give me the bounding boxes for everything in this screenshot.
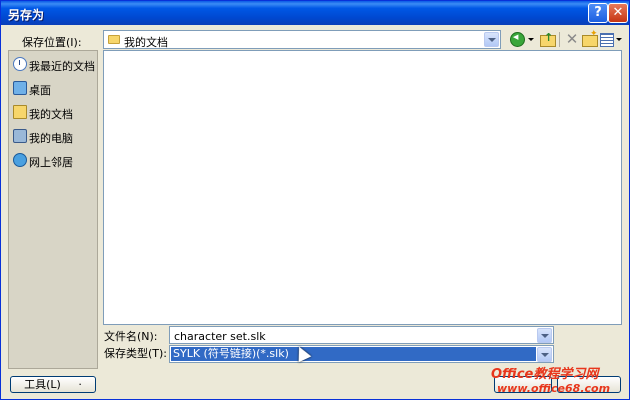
save-location-dropdown[interactable]: 我的文档 <box>103 30 501 49</box>
chevron-down-icon[interactable] <box>537 347 552 362</box>
back-icon[interactable] <box>508 30 526 48</box>
filetype-label: 保存类型(T): <box>104 347 168 360</box>
save-location-label: 保存位置(I): <box>22 36 82 49</box>
recent-documents-icon <box>13 57 27 71</box>
chevron-down-icon[interactable] <box>537 328 552 343</box>
places-bar: 我最近的文档 桌面 我的文档 我的电脑 网上邻居 <box>8 50 98 369</box>
place-recent-documents[interactable]: 我最近的文档 <box>11 53 97 75</box>
delete-icon[interactable]: ✕ <box>563 30 581 48</box>
views-dropdown-icon[interactable] <box>615 30 623 48</box>
watermark-url: www.office68.com <box>497 382 611 395</box>
place-my-computer[interactable]: 我的电脑 <box>11 125 97 147</box>
new-folder-icon[interactable] <box>580 29 598 48</box>
filename-input[interactable]: character set.slk <box>169 326 554 344</box>
watermark-logo: Office教程学习网 www.office68.com <box>491 363 610 395</box>
back-dropdown-icon[interactable] <box>527 30 535 48</box>
save-as-dialog: 另存为 ? ✕ 保存位置(I): 我的文档 ✕ 我最近的文档 桌面 我的文档 <box>0 0 630 400</box>
tools-dropdown-icon: · <box>78 378 82 391</box>
place-label: 网上邻居 <box>29 156 73 169</box>
help-button[interactable]: ? <box>588 3 608 23</box>
filename-value: character set.slk <box>174 330 266 343</box>
place-label: 桌面 <box>29 84 51 97</box>
folder-icon <box>108 35 120 44</box>
file-list[interactable] <box>103 50 622 325</box>
place-desktop[interactable]: 桌面 <box>11 77 97 99</box>
my-documents-icon <box>13 105 27 119</box>
my-computer-icon <box>13 129 27 143</box>
place-my-documents[interactable]: 我的文档 <box>11 101 97 123</box>
network-places-icon <box>13 153 27 167</box>
desktop-icon <box>13 81 27 95</box>
close-button[interactable]: ✕ <box>608 3 628 23</box>
place-label: 我的文档 <box>29 108 73 121</box>
chevron-down-icon[interactable] <box>484 32 499 47</box>
place-label: 我最近的文档 <box>29 60 95 73</box>
filetype-value: SYLK (符号链接)(*.slk) <box>171 347 536 361</box>
filename-label: 文件名(N): <box>104 330 158 343</box>
toolbar-separator <box>559 32 560 47</box>
filetype-dropdown[interactable]: SYLK (符号链接)(*.slk) <box>169 345 554 363</box>
up-folder-icon[interactable] <box>538 30 556 48</box>
watermark-brand: Office教程学习网 <box>491 367 599 382</box>
tools-button[interactable]: 工具(L) · <box>10 376 96 393</box>
place-network[interactable]: 网上邻居 <box>11 149 97 171</box>
title-bar[interactable]: 另存为 ? ✕ <box>1 1 629 25</box>
views-icon[interactable] <box>598 30 616 48</box>
tools-button-label: 工具(L) <box>24 378 61 391</box>
place-label: 我的电脑 <box>29 132 73 145</box>
save-location-value: 我的文档 <box>124 36 168 49</box>
window-title: 另存为 <box>8 8 45 22</box>
